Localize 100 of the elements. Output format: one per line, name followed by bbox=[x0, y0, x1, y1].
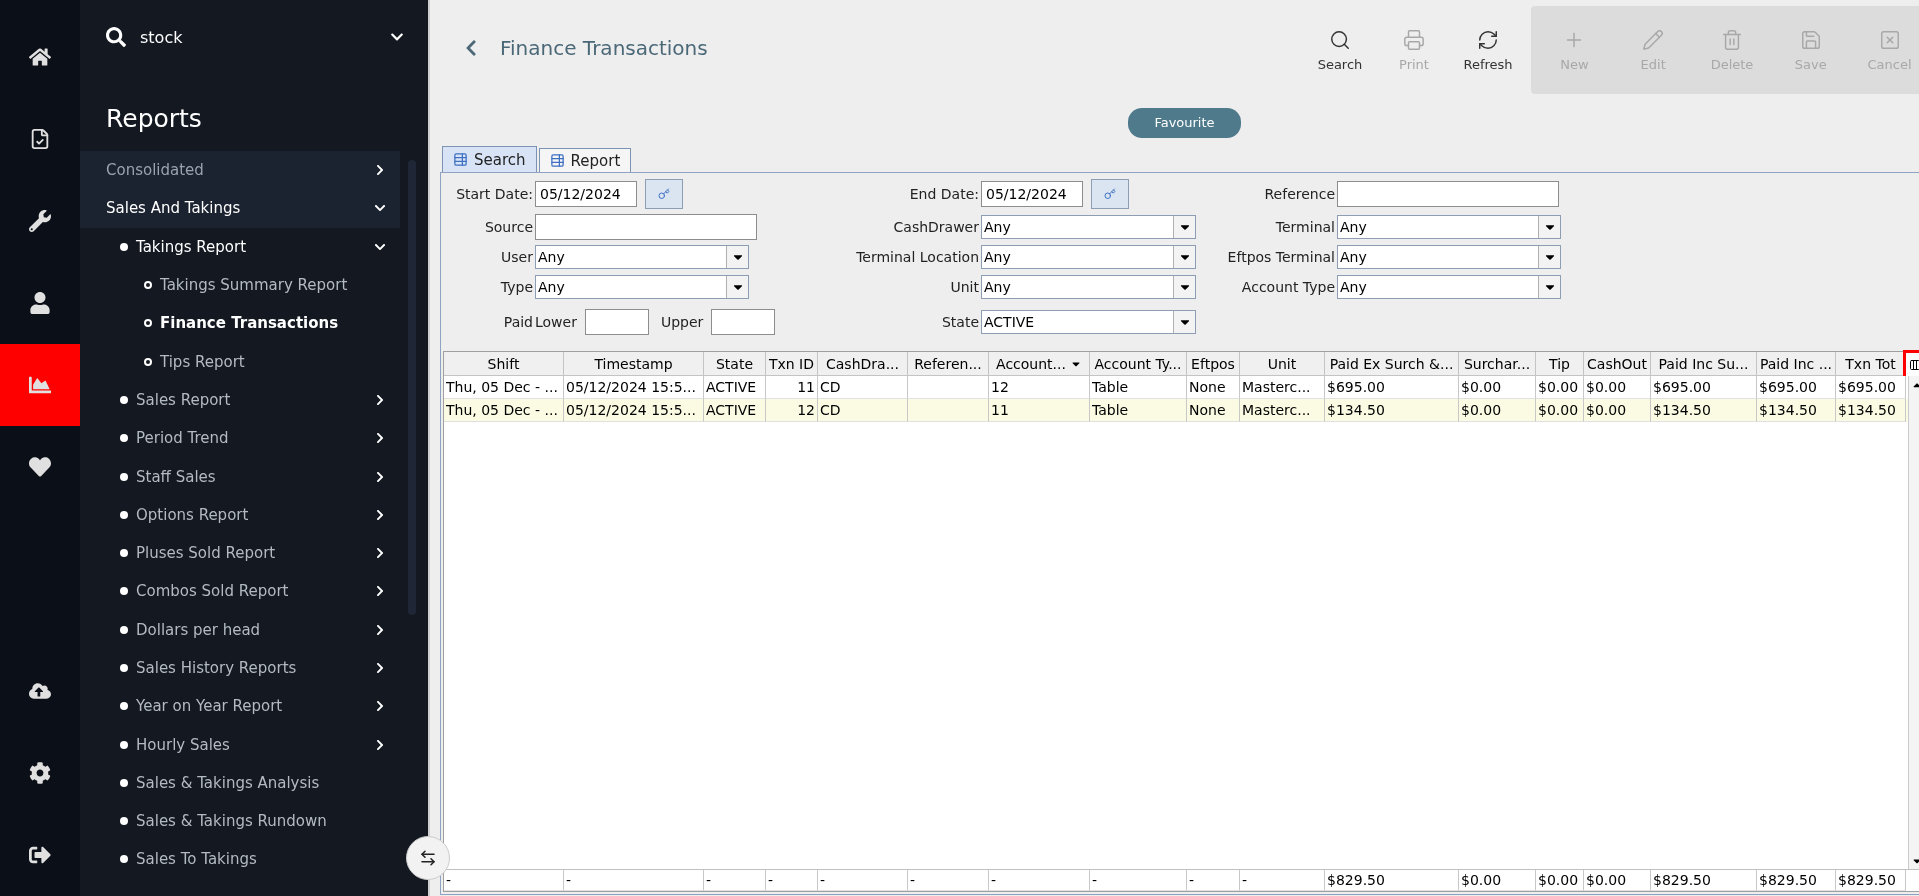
chevron-right-icon bbox=[374, 738, 386, 751]
sidebar-item[interactable]: Sales History Reports bbox=[80, 648, 400, 688]
sidebar-item[interactable]: Staff Sales bbox=[80, 457, 400, 496]
table-cell: $0.00 bbox=[1584, 399, 1651, 422]
toolbar-button[interactable]: Search bbox=[1303, 6, 1377, 94]
table-row[interactable]: Thu, 05 Dec - ... 05/12/2024 15:5... ACTIVE 12 CD 11 Table None Masterc... $134.50 $0.00 $0.00 $0.00 $134.50 $134.50 $134.50 bbox=[444, 399, 1908, 422]
text-field[interactable] bbox=[535, 213, 757, 240]
bullet-icon bbox=[144, 357, 152, 366]
sidebar-item[interactable]: Sales And Takings bbox=[80, 189, 400, 228]
arrows-horizontal-icon bbox=[419, 849, 437, 867]
area-chart-icon bbox=[29, 374, 51, 396]
sidebar-item[interactable]: Finance Transactions bbox=[80, 304, 400, 343]
sidebar-item[interactable]: Sales & Takings Rundown bbox=[80, 802, 400, 841]
table-cell: None bbox=[1187, 399, 1240, 422]
text-field[interactable] bbox=[584, 309, 649, 335]
sidebar-item[interactable]: Tips Report bbox=[80, 342, 400, 381]
sidebar-item[interactable]: Takings Summary Report bbox=[80, 265, 400, 305]
column-header[interactable]: Paid Inc ... bbox=[1757, 352, 1836, 376]
field-label: Eftpos Terminal bbox=[1226, 248, 1335, 265]
column-header[interactable]: Account... bbox=[989, 352, 1090, 376]
tab[interactable]: Report bbox=[538, 148, 632, 172]
select-field[interactable]: Any bbox=[981, 214, 1196, 239]
column-header[interactable]: Timestamp bbox=[564, 352, 704, 376]
bullet-icon bbox=[120, 702, 128, 711]
field-label: Unit bbox=[949, 278, 979, 295]
field-label: State bbox=[940, 314, 979, 330]
select-field[interactable]: Any bbox=[981, 244, 1196, 269]
search-field[interactable]: stock bbox=[140, 27, 376, 47]
sidebar-item[interactable]: Consolidated bbox=[80, 151, 400, 190]
toolbar-button[interactable]: Refresh bbox=[1451, 6, 1525, 94]
favourite-button[interactable]: Favourite bbox=[1128, 107, 1241, 138]
sidebar-item[interactable]: Combos Sold Report bbox=[80, 572, 400, 611]
sidebar-item[interactable]: Takings Report bbox=[80, 227, 400, 266]
column-header[interactable]: Account Ty... bbox=[1090, 352, 1187, 376]
logout-icon bbox=[29, 844, 51, 866]
select-field[interactable]: Any bbox=[535, 274, 749, 299]
bullet-icon bbox=[120, 778, 128, 787]
sidebar-item[interactable]: Period Trend bbox=[80, 419, 400, 458]
column-header[interactable]: Paid Inc Su... bbox=[1651, 352, 1757, 376]
column-header[interactable]: CashOut bbox=[1584, 352, 1651, 376]
sidebar-item[interactable]: Options Report bbox=[80, 495, 400, 534]
sidebar-item[interactable]: Sales To Takings bbox=[80, 840, 400, 879]
key-icon bbox=[658, 188, 670, 200]
date-field[interactable]: 05/12/2024 bbox=[535, 181, 637, 207]
select-field[interactable]: Any bbox=[1337, 244, 1561, 269]
list-icon bbox=[549, 153, 565, 168]
column-header[interactable]: Txn ID bbox=[766, 352, 818, 376]
table-cell: $134.50 bbox=[1651, 399, 1757, 422]
chevron-right-icon bbox=[374, 164, 386, 177]
field-label: User bbox=[500, 248, 533, 265]
column-header[interactable]: Referen... bbox=[908, 352, 989, 376]
sidebar-item[interactable]: Sales Report bbox=[80, 380, 400, 420]
sidebar-item[interactable]: Hourly Sales bbox=[80, 725, 400, 764]
table-cell: Thu, 05 Dec - ... bbox=[444, 399, 564, 422]
sidebar-heading: Reports bbox=[105, 103, 203, 135]
column-header[interactable]: CashDra... bbox=[818, 352, 908, 376]
table-cell: $0.00 bbox=[1459, 399, 1536, 422]
bullet-icon bbox=[120, 510, 128, 519]
column-header[interactable]: Shift bbox=[444, 352, 564, 376]
table-cell: 05/12/2024 15:5... bbox=[564, 399, 704, 422]
select-field[interactable]: Any bbox=[535, 244, 749, 269]
table-cell: ACTIVE bbox=[704, 399, 766, 422]
table-cell: Masterc... bbox=[1240, 399, 1325, 422]
column-header[interactable]: Tip bbox=[1536, 352, 1584, 376]
bullet-icon bbox=[120, 242, 128, 251]
select-field[interactable]: Any bbox=[1337, 214, 1561, 239]
table-row[interactable]: Thu, 05 Dec - ... 05/12/2024 15:5... ACTIVE 11 CD 12 Table None Masterc... $695.00 $0.00 $0.00 $0.00 $695.00 $695.00 $695.00 bbox=[444, 376, 1908, 399]
column-header[interactable]: Unit bbox=[1240, 352, 1325, 376]
column-header[interactable]: State bbox=[704, 352, 766, 376]
column-header[interactable]: Surchar... bbox=[1459, 352, 1536, 376]
refresh-icon bbox=[1477, 28, 1499, 51]
total-cell: $829.50 bbox=[1836, 870, 1906, 891]
sidebar-item[interactable]: Pluses Sold Report bbox=[80, 533, 400, 573]
field-label: Account Type bbox=[1240, 278, 1335, 295]
select-field[interactable]: ACTIVE bbox=[981, 310, 1196, 334]
text-field[interactable] bbox=[1337, 181, 1559, 207]
date-field[interactable]: 05/12/2024 bbox=[981, 181, 1083, 207]
chevron-right-icon bbox=[374, 700, 386, 713]
text-field[interactable] bbox=[711, 309, 776, 335]
column-header[interactable]: Txn Tot bbox=[1836, 352, 1906, 376]
total-cell: - bbox=[908, 870, 989, 891]
sidebar-item[interactable]: Sales & Takings Analysis bbox=[80, 763, 400, 803]
column-chooser-button[interactable] bbox=[1906, 353, 1919, 376]
table-cell: Table bbox=[1090, 399, 1187, 422]
total-cell: - bbox=[989, 870, 1090, 891]
select-field[interactable]: Any bbox=[981, 274, 1196, 299]
table-cell: 11 bbox=[989, 399, 1090, 422]
collapse-handle[interactable] bbox=[406, 836, 450, 880]
field-label: Lower bbox=[535, 314, 577, 330]
bullet-icon bbox=[120, 740, 128, 749]
sidebar-item[interactable]: Year on Year Report bbox=[80, 687, 400, 726]
sidebar-item[interactable]: Dollars per head bbox=[80, 610, 400, 649]
column-header[interactable]: Paid Ex Surch &... bbox=[1325, 352, 1459, 376]
column-header[interactable]: Eftpos bbox=[1187, 352, 1240, 376]
tab[interactable]: Search bbox=[442, 146, 537, 172]
chevron-right-icon bbox=[374, 393, 386, 406]
total-cell: - bbox=[564, 870, 704, 891]
chevron-right-icon bbox=[374, 547, 386, 560]
chevron-right-icon bbox=[374, 508, 386, 521]
select-field[interactable]: Any bbox=[1337, 274, 1561, 299]
